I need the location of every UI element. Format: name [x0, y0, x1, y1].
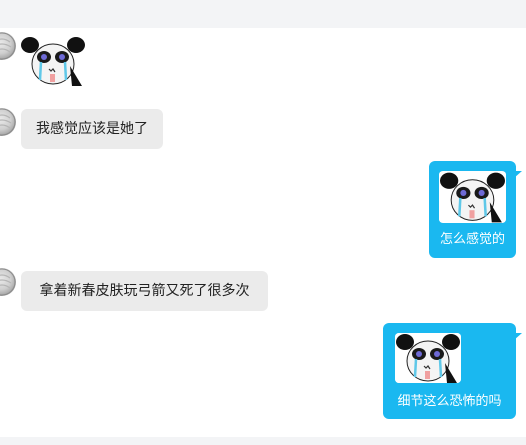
avatar-image-icon [0, 32, 16, 60]
avatar-image-icon [0, 108, 16, 136]
message-bubble-outgoing[interactable]: 怎么感觉的 [429, 161, 522, 258]
message-text: 我感觉应该是她了 [36, 121, 148, 137]
sticker-message-1[interactable] [20, 36, 86, 86]
sticker-image [439, 171, 506, 223]
message-text: 拿着新春皮肤玩弓箭又死了很多次 [39, 283, 250, 299]
message-caption: 细节这么恐怖的吗 [397, 394, 502, 409]
sticker-image [395, 333, 461, 383]
message-bubble-incoming[interactable]: 我感觉应该是她了 [21, 109, 163, 149]
footer-strip [0, 437, 526, 445]
sender-avatar[interactable] [0, 32, 16, 60]
message-bubble-outgoing[interactable]: 细节这么恐怖的吗 [383, 323, 522, 419]
sender-avatar[interactable] [0, 268, 16, 296]
sender-avatar[interactable] [0, 108, 16, 136]
crying-panda-sticker-icon [20, 36, 86, 86]
chat-screen: 我感觉应该是她了 怎么感觉的 拿着新春皮肤玩弓箭又死了很多次 细节这么恐怖的吗 [0, 0, 526, 445]
message-caption: 怎么感觉的 [439, 232, 505, 247]
message-bubble-incoming[interactable]: 拿着新春皮肤玩弓箭又死了很多次 [21, 271, 268, 311]
crying-panda-sticker-icon [395, 333, 461, 383]
crying-panda-sticker-icon [439, 171, 506, 223]
header-strip [0, 0, 526, 28]
avatar-image-icon [0, 268, 16, 296]
